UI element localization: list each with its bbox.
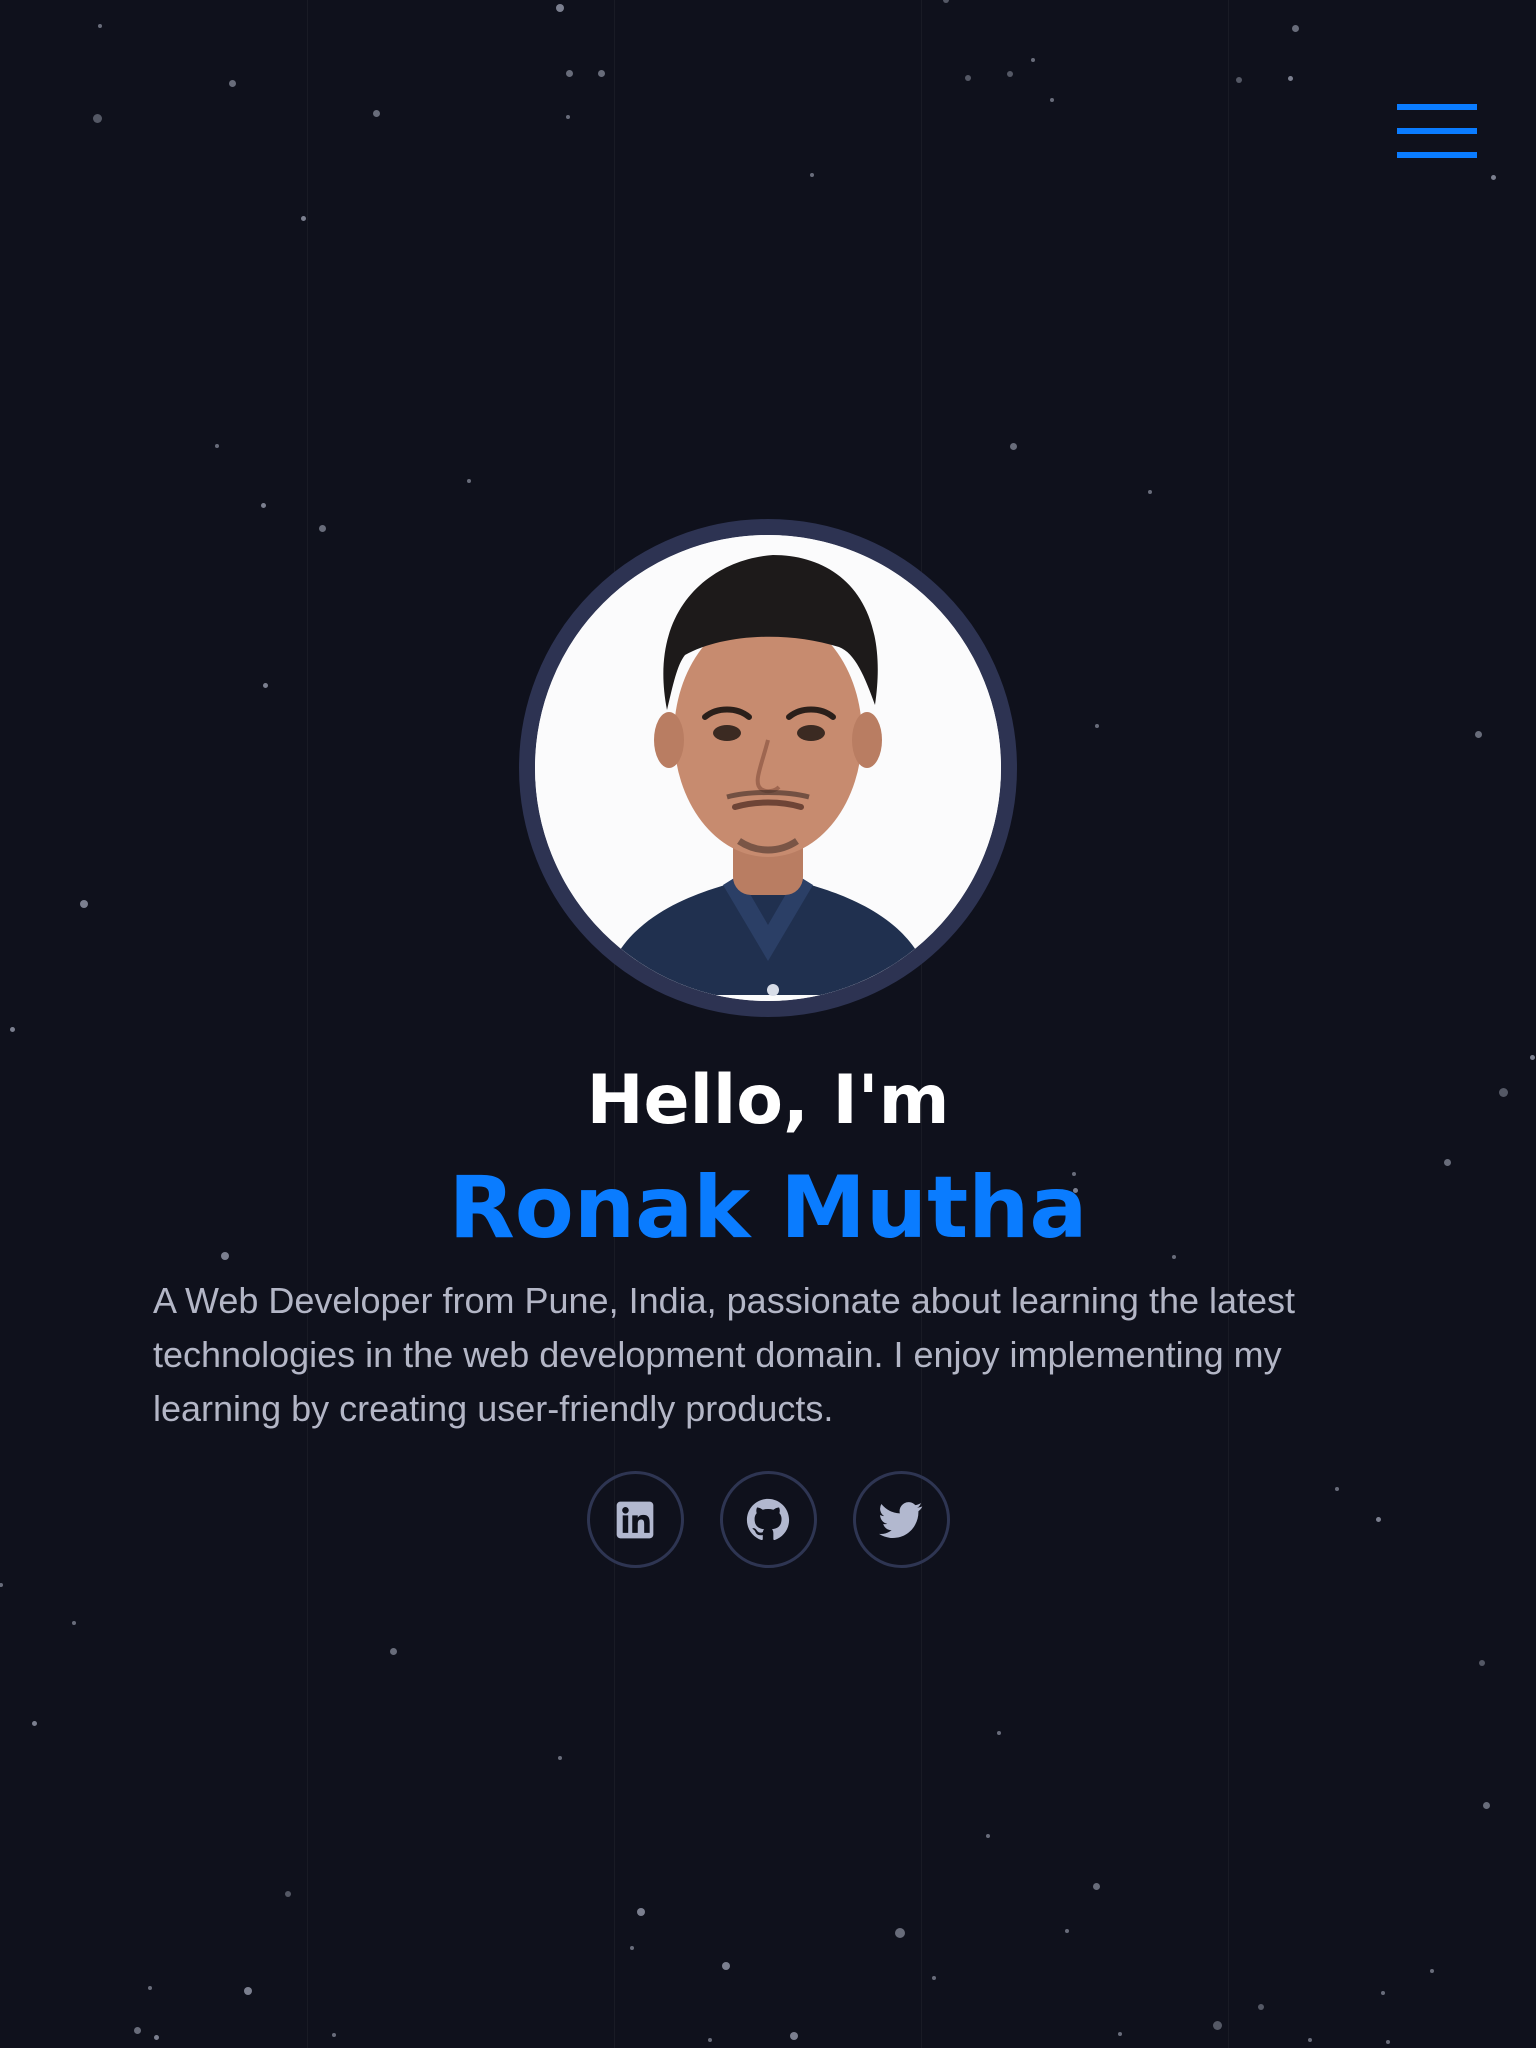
star	[630, 1946, 634, 1950]
star	[215, 444, 219, 448]
star	[332, 2033, 336, 2037]
star	[1095, 724, 1099, 728]
star	[1287, 75, 1293, 81]
star	[1236, 77, 1242, 83]
menu-bar	[1397, 152, 1477, 158]
star	[1050, 98, 1054, 102]
profile-avatar	[519, 519, 1017, 1017]
star	[1065, 1929, 1069, 1933]
gridline	[921, 0, 922, 2048]
github-icon	[746, 1498, 790, 1540]
greeting-text: Hello, I'm	[586, 1061, 950, 1140]
gridline	[614, 0, 615, 2048]
star	[1009, 442, 1017, 450]
star	[148, 1986, 152, 1990]
starfield-background	[0, 0, 1536, 2048]
star	[566, 115, 570, 119]
star	[558, 1756, 562, 1760]
star	[810, 173, 814, 177]
star	[1529, 1054, 1535, 1060]
background-gridlines	[0, 0, 1536, 2048]
star	[262, 682, 268, 688]
star	[80, 900, 88, 908]
star	[133, 2026, 141, 2034]
star	[318, 524, 326, 532]
star	[565, 69, 573, 77]
star	[300, 215, 306, 221]
star	[31, 1720, 37, 1726]
star	[467, 479, 471, 483]
github-link[interactable]	[719, 1471, 817, 1568]
star	[597, 69, 605, 77]
star	[1031, 58, 1035, 62]
twitter-link[interactable]	[852, 1471, 950, 1568]
star	[1479, 1660, 1485, 1666]
star	[986, 1834, 990, 1838]
star	[1308, 2038, 1312, 2042]
star	[1482, 1801, 1490, 1809]
star	[72, 1621, 76, 1625]
star	[1118, 2032, 1122, 2036]
star	[708, 2038, 712, 2042]
star	[556, 4, 564, 12]
star	[153, 2034, 159, 2040]
linkedin-link[interactable]	[586, 1471, 684, 1568]
social-links	[0, 1471, 1536, 1568]
star	[943, 0, 949, 3]
bio-text: A Web Developer from Pune, India, passio…	[153, 1280, 1296, 1429]
star	[1007, 71, 1013, 77]
star	[228, 79, 236, 87]
star	[1212, 2020, 1222, 2030]
star	[1490, 174, 1496, 180]
star	[1148, 490, 1152, 494]
star	[722, 1962, 730, 1970]
gridline	[307, 0, 308, 2048]
profile-photo	[535, 535, 1001, 1001]
star	[285, 1891, 291, 1897]
star	[1258, 2004, 1264, 2010]
star	[637, 1908, 645, 1916]
star	[1092, 1882, 1100, 1890]
twitter-icon	[879, 1501, 923, 1538]
hamburger-menu-icon[interactable]	[1397, 104, 1477, 158]
star	[790, 2032, 798, 2040]
star	[0, 1583, 3, 1587]
star	[997, 1731, 1001, 1735]
developer-name: Ronak Mutha	[448, 1158, 1088, 1258]
star	[9, 1026, 15, 1032]
star	[260, 502, 266, 508]
star	[372, 109, 380, 117]
star	[1430, 1969, 1434, 1973]
star	[389, 1647, 397, 1655]
star	[895, 1928, 905, 1938]
star	[965, 75, 971, 81]
star	[932, 1976, 936, 1980]
star	[244, 1987, 252, 1995]
star	[92, 113, 102, 123]
gridline	[1228, 0, 1229, 2048]
menu-bar	[1397, 104, 1477, 110]
linkedin-icon	[616, 1501, 654, 1538]
star	[1381, 1991, 1385, 1995]
star	[1474, 730, 1482, 738]
star	[1386, 2040, 1390, 2044]
menu-bar	[1397, 128, 1477, 134]
star	[1291, 24, 1299, 32]
star	[98, 24, 102, 28]
